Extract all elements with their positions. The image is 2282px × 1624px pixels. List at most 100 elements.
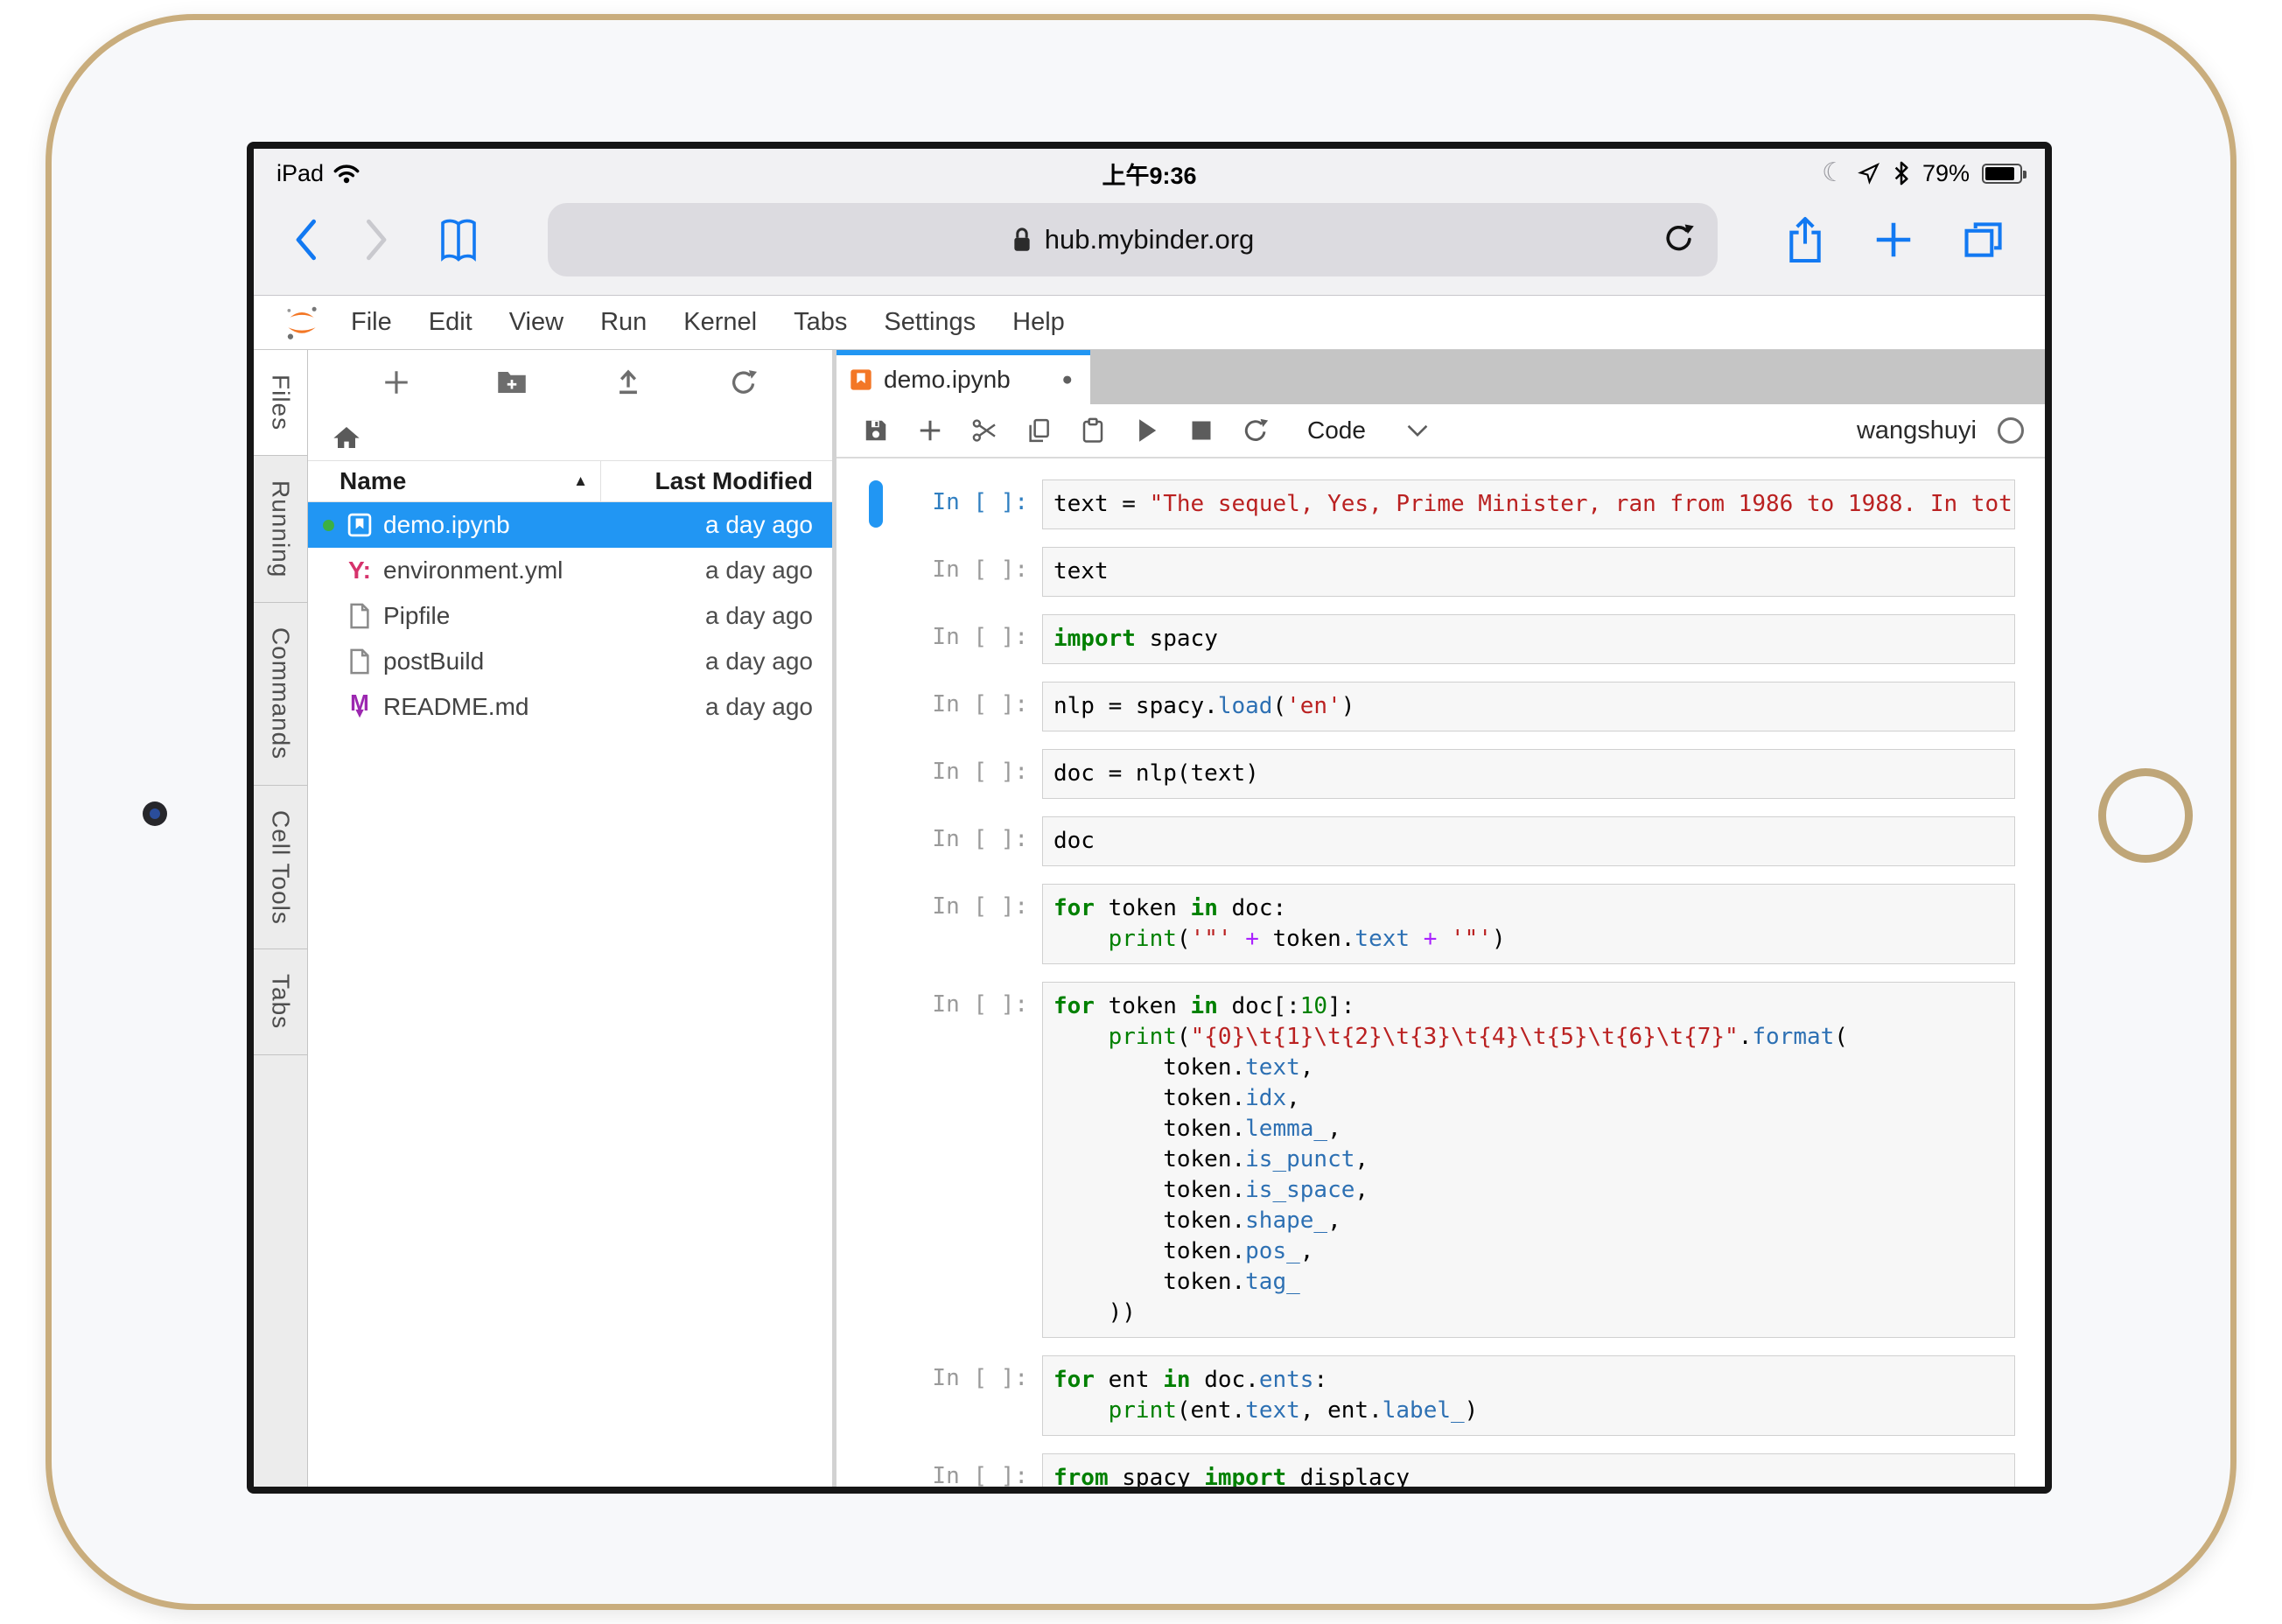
share-button[interactable] [1784, 214, 1826, 265]
file-row[interactable]: M ▼ README.md a day ago [308, 684, 832, 730]
menubar-item-help[interactable]: Help [994, 308, 1083, 337]
notebook-cell[interactable]: In [ ]: from spacy import displacydisplac… [836, 1453, 2015, 1487]
file-name: demo.ipynb [383, 511, 510, 538]
menubar-item-file[interactable]: File [332, 308, 410, 337]
address-bar[interactable]: hub.mybinder.org [548, 202, 1718, 276]
refresh-files-button[interactable] [717, 358, 771, 407]
home-button[interactable] [2098, 768, 2193, 863]
left-sidebar-tabs: Files Running Commands Cell Tools Tabs [254, 350, 308, 1487]
cell-editor[interactable]: for token in doc[:10]: print("{0}\t{1}\t… [1042, 982, 2015, 1338]
cell-editor[interactable]: doc = nlp(text) [1042, 749, 2015, 799]
file-file-icon [340, 603, 380, 629]
notebook-cell[interactable]: In [ ]: text = "The sequel, Yes, Prime Mi… [836, 480, 2015, 529]
upload-button[interactable] [601, 358, 655, 407]
notebook-toolbar: Code wangshuyi [836, 404, 2045, 458]
file-name: Pipfile [383, 602, 451, 629]
paste-cells-button[interactable] [1066, 406, 1120, 455]
cell-type-dropdown[interactable]: Code [1307, 416, 1366, 444]
sidebar-tab-tabs[interactable]: Tabs [254, 949, 307, 1055]
new-launcher-button[interactable] [369, 358, 424, 407]
cell-editor[interactable]: import spacy [1042, 614, 2015, 664]
code-token: doc: [1217, 895, 1287, 921]
cell-editor[interactable]: from spacy import displacydisplacy.rende… [1042, 1453, 2015, 1487]
code-line: for token in doc[:10]: [1054, 991, 2004, 1022]
notebook-cell[interactable]: In [ ]: doc [836, 816, 2015, 866]
notebook-cell[interactable]: In [ ]: nlp = spacy.load('en') [836, 682, 2015, 732]
forward-button[interactable] [364, 219, 390, 261]
new-folder-button[interactable] [485, 358, 539, 407]
code-line: for token in doc: [1054, 893, 2004, 924]
file-row[interactable]: demo.ipynb a day ago [308, 502, 832, 548]
cell-editor[interactable]: text = "The sequel, Yes, Prime Minister,… [1042, 480, 2015, 529]
cell-editor[interactable]: doc [1042, 816, 2015, 866]
code-line: doc [1054, 826, 2004, 857]
menubar-item-view[interactable]: View [491, 308, 582, 337]
code-token: ]: [1327, 993, 1355, 1019]
sidebar-tab-cell-tools[interactable]: Cell Tools [254, 785, 307, 950]
reload-button[interactable] [1653, 212, 1705, 264]
back-button[interactable] [292, 219, 318, 261]
notebook-cell[interactable]: In [ ]: text [836, 547, 2015, 597]
kernel-name-label[interactable]: wangshuyi [1857, 416, 1977, 445]
run-cell-button[interactable] [1120, 406, 1174, 455]
menubar-item-run[interactable]: Run [582, 308, 665, 337]
sidebar-tab-files[interactable]: Files [254, 350, 307, 457]
unsaved-changes-icon[interactable]: ● [1061, 369, 1073, 390]
code-line: token.tag_ [1054, 1267, 2004, 1298]
new-tab-button[interactable] [1872, 218, 1915, 262]
column-header-name[interactable]: Name ▲ [308, 461, 600, 501]
code-token: , [1327, 1208, 1341, 1234]
code-token: text [1054, 558, 1109, 584]
notebook-cell[interactable]: In [ ]: for token in doc[:10]: print("{0}… [836, 982, 2015, 1338]
column-header-modified[interactable]: Last Modified [600, 461, 832, 501]
file-row[interactable]: postBuild a day ago [308, 639, 832, 684]
notebook-tab[interactable]: demo.ipynb ● [836, 350, 1090, 404]
code-line: token.is_space, [1054, 1175, 2004, 1206]
code-token: , ent. [1299, 1397, 1382, 1424]
code-line: print(ent.text, ent.label_) [1054, 1396, 2004, 1426]
code-token: spacy [1108, 1465, 1205, 1487]
copy-cells-button[interactable] [1012, 406, 1066, 455]
code-token: token. [1054, 1269, 1246, 1295]
yaml-file-icon: Y: [348, 556, 371, 584]
code-line: text [1054, 556, 2004, 587]
code-token: : [1313, 1367, 1328, 1393]
code-token: token. [1054, 1054, 1246, 1081]
cut-cells-button[interactable] [957, 406, 1012, 455]
add-cell-button[interactable] [903, 406, 957, 455]
notebook-cell[interactable]: In [ ]: for ent in doc.ents: print(ent.te… [836, 1355, 2015, 1436]
file-row[interactable]: Y: environment.yml a day ago [308, 548, 832, 593]
code-token: token. [1054, 1208, 1246, 1234]
cell-editor[interactable]: for ent in doc.ents: print(ent.text, ent… [1042, 1355, 2015, 1436]
stop-kernel-button[interactable] [1174, 406, 1228, 455]
cell-editor[interactable]: for token in doc: print('"' + token.text… [1042, 884, 2015, 964]
sidebar-tab-running[interactable]: Running [254, 456, 307, 604]
code-token: "The sequel, Yes, Prime Minister, ran fr… [1149, 491, 2012, 517]
tab-overview-button[interactable] [1961, 217, 2006, 262]
notebook-cell[interactable]: In [ ]: doc = nlp(text) [836, 749, 2015, 799]
bookmarks-icon[interactable] [436, 215, 481, 264]
code-token: ) [1491, 926, 1506, 952]
notebook-cell[interactable]: In [ ]: for token in doc: print('"' + tok… [836, 884, 2015, 964]
file-row[interactable]: Pipfile a day ago [308, 593, 832, 639]
chevron-down-icon[interactable] [1406, 423, 1429, 438]
front-camera-icon [143, 802, 167, 826]
code-token: for [1054, 895, 1095, 921]
cell-prompt: In [ ]: [932, 1463, 1028, 1487]
code-line: token.pos_, [1054, 1236, 2004, 1267]
sidebar-tab-commands[interactable]: Commands [254, 603, 307, 786]
code-token: displacy [1286, 1465, 1410, 1487]
kernel-status-icon[interactable] [1998, 417, 2024, 444]
menubar-item-edit[interactable]: Edit [410, 308, 491, 337]
jupyter-logo [271, 303, 332, 343]
cell-editor[interactable]: text [1042, 547, 2015, 597]
menubar-item-kernel[interactable]: Kernel [665, 308, 775, 337]
code-token: spacy [1135, 626, 1218, 652]
menubar-item-tabs[interactable]: Tabs [775, 308, 865, 337]
notebook-cell[interactable]: In [ ]: import spacy [836, 614, 2015, 664]
cell-editor[interactable]: nlp = spacy.load('en') [1042, 682, 2015, 732]
save-button[interactable] [849, 406, 903, 455]
menubar-item-settings[interactable]: Settings [865, 308, 994, 337]
restart-kernel-button[interactable] [1228, 406, 1283, 455]
home-icon[interactable] [332, 424, 360, 451]
